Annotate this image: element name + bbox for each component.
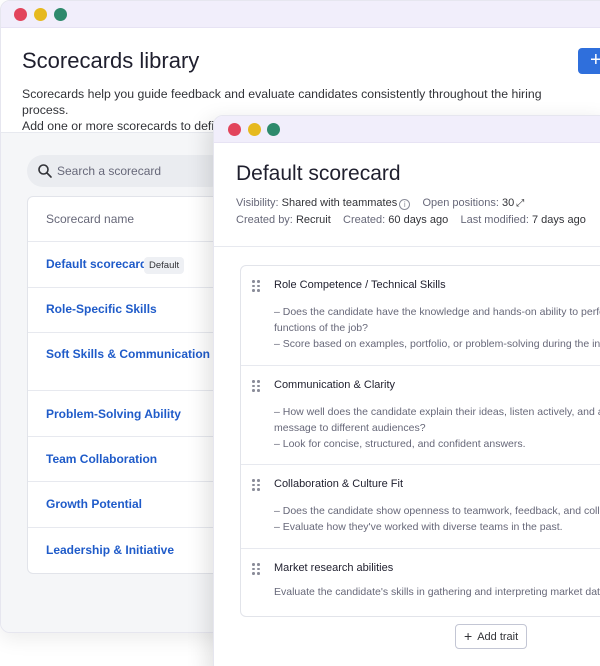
minimize-window-dot[interactable] (34, 8, 47, 21)
list-item[interactable]: Soft Skills & Communication (28, 333, 226, 391)
list-item[interactable]: Role-Specific Skills (28, 288, 226, 333)
created-by-value: Recruit (295, 214, 331, 226)
drag-handle-icon[interactable] (252, 479, 260, 491)
trait-description: – Does the candidate show openness to te… (274, 505, 600, 533)
divider (214, 246, 600, 247)
trait-description: Evaluate the candidate's skills in gathe… (274, 586, 600, 598)
default-badge: Default (144, 257, 185, 274)
meta-row-1: Visibility: Shared with teammates i Open … (236, 197, 525, 210)
info-icon[interactable]: i (399, 199, 411, 210)
scorecard-link[interactable]: Leadership & Initiative (46, 543, 174, 557)
drag-handle-icon[interactable] (252, 563, 260, 575)
traits-list: Role Competence / Technical Skills – Doe… (240, 265, 600, 617)
visibility-value: Shared with teammates (281, 197, 398, 209)
scorecard-link[interactable]: Role-Specific Skills (46, 302, 157, 316)
list-item[interactable]: Team Collaboration (28, 437, 226, 482)
search-icon (38, 164, 52, 178)
scorecard-link[interactable]: Team Collaboration (46, 452, 157, 466)
open-positions-value: 30 (501, 197, 515, 209)
meta-row-2: Created by: Recruit Created: 60 days ago… (236, 214, 586, 226)
close-window-dot[interactable] (228, 123, 241, 136)
minimize-window-dot[interactable] (248, 123, 261, 136)
scorecard-list: Scorecard name Default scorecard Default… (27, 196, 227, 574)
list-item[interactable]: Leadership & Initiative (28, 528, 226, 573)
list-item[interactable]: Default scorecard Default (28, 242, 226, 288)
scorecard-link[interactable]: Growth Potential (46, 497, 142, 511)
trait-name: Collaboration & Culture Fit (274, 478, 404, 490)
plus-icon: + (464, 628, 473, 644)
search-input[interactable]: Search a scorecard (27, 155, 227, 187)
window-titlebar (214, 116, 600, 143)
scorecard-detail-window: Default scorecard Visibility: Shared wit… (213, 115, 600, 666)
page-title: Scorecards library (22, 48, 200, 73)
scorecard-link[interactable]: Default scorecard (46, 257, 147, 271)
trait-name: Communication & Clarity (274, 379, 396, 391)
create-scorecard-button[interactable]: + (578, 48, 600, 74)
scorecard-title: Default scorecard (236, 162, 401, 185)
drag-handle-icon[interactable] (252, 380, 260, 392)
trait-name: Market research abilities (274, 562, 394, 574)
scorecard-link[interactable]: Problem-Solving Ability (46, 407, 181, 421)
trait-card[interactable]: Collaboration & Culture Fit – Does the c… (241, 465, 600, 549)
maximize-window-dot[interactable] (54, 8, 67, 21)
column-header-name: Scorecard name (28, 197, 226, 242)
drag-handle-icon[interactable] (252, 280, 260, 292)
window-titlebar (1, 1, 600, 28)
expand-icon[interactable]: ⤢ (516, 198, 524, 209)
list-item[interactable]: Growth Potential (28, 482, 226, 528)
modified-value: 7 days ago (532, 214, 586, 226)
scorecard-link[interactable]: Soft Skills & Communication (46, 347, 210, 361)
close-window-dot[interactable] (14, 8, 27, 21)
trait-card[interactable]: Market research abilities Evaluate the c… (241, 549, 600, 616)
trait-card[interactable]: Communication & Clarity – How well does … (241, 366, 600, 465)
trait-card[interactable]: Role Competence / Technical Skills – Doe… (241, 266, 600, 366)
search-placeholder: Search a scorecard (57, 164, 162, 178)
trait-description: – Does the candidate have the knowledge … (274, 306, 600, 350)
add-trait-button[interactable]: + Add trait (455, 624, 527, 649)
maximize-window-dot[interactable] (267, 123, 280, 136)
list-item[interactable]: Problem-Solving Ability (28, 391, 226, 437)
created-value: 60 days ago (388, 214, 449, 226)
trait-description: – How well does the candidate explain th… (274, 406, 600, 450)
trait-name: Role Competence / Technical Skills (274, 279, 446, 291)
